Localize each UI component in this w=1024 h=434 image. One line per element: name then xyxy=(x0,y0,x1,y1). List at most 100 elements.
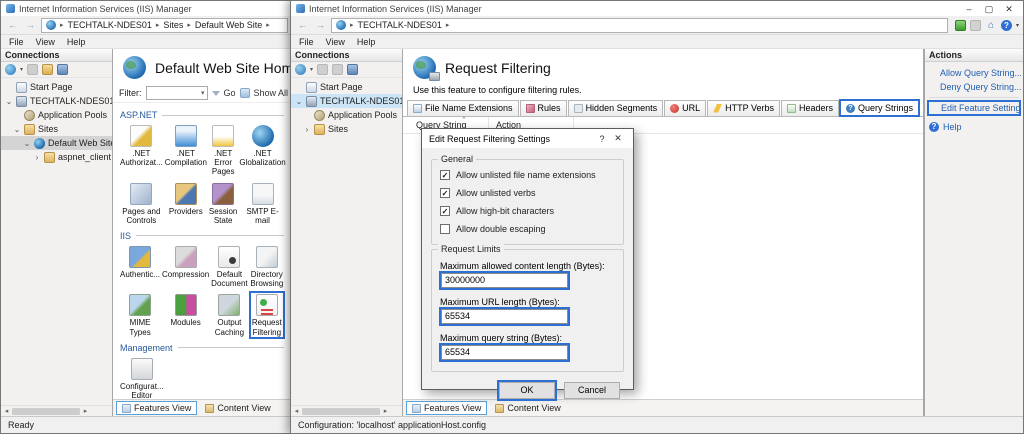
feature-directory-browsing[interactable]: Directory Browsing xyxy=(250,244,284,289)
action-help[interactable]: ? Help xyxy=(927,118,1021,132)
action-edit-feature-settings[interactable]: Edit Feature Settings... xyxy=(927,100,1021,116)
start-icon[interactable] xyxy=(954,19,966,31)
tab-url[interactable]: URL xyxy=(664,100,707,116)
tab-content-view[interactable]: Content View xyxy=(200,401,275,415)
tab-hidden-segments[interactable]: Hidden Segments xyxy=(567,100,664,116)
expander-icon[interactable]: ⌄ xyxy=(5,97,13,106)
dialog-close-button[interactable]: ✕ xyxy=(610,133,626,144)
expander-icon[interactable]: ⌄ xyxy=(13,125,21,134)
go-up-icon[interactable] xyxy=(42,64,54,75)
tab-http-verbs[interactable]: HTTP Verbs xyxy=(707,100,780,116)
tree-item-sites[interactable]: ⌄ Sites xyxy=(1,122,112,136)
feature-compression[interactable]: Compression xyxy=(162,244,209,289)
checkbox-allow-double-escaping[interactable]: Allow double escaping xyxy=(440,224,615,234)
feature-providers[interactable]: Providers xyxy=(165,181,207,226)
checkbox-icon[interactable] xyxy=(440,224,450,234)
ok-button[interactable]: OK xyxy=(497,380,557,401)
refresh-server-icon[interactable] xyxy=(347,64,359,75)
breadcrumb-sites[interactable]: Sites xyxy=(163,20,183,30)
tab-query-strings[interactable]: ? Query Strings xyxy=(839,99,921,117)
tree-item-application-pools[interactable]: Application Pools xyxy=(1,108,112,122)
feature-net-compilation[interactable]: .NET Compilation xyxy=(165,123,207,178)
back-button[interactable]: ← xyxy=(5,19,20,32)
expander-icon[interactable]: ⌄ xyxy=(295,97,303,106)
menu-file[interactable]: File xyxy=(299,37,314,47)
max-content-length-input[interactable]: 30000000 xyxy=(439,271,570,290)
feature-configuration-editor[interactable]: Configurat... Editor xyxy=(120,356,164,399)
checkbox-allow-unlisted-verbs[interactable]: ✓ Allow unlisted verbs xyxy=(440,188,615,198)
feature-mime-types[interactable]: MIME Types xyxy=(120,292,160,337)
connect-dropdown-icon[interactable]: ▾ xyxy=(20,66,23,73)
help-dropdown-icon[interactable]: ▾ xyxy=(1016,22,1019,29)
connect-icon[interactable] xyxy=(295,64,306,75)
feature-default-document[interactable]: Default Document xyxy=(211,244,248,289)
save-icon[interactable] xyxy=(27,64,39,75)
scroll-right-icon[interactable]: ▸ xyxy=(81,407,90,415)
back-button[interactable]: ← xyxy=(295,19,310,32)
scroll-right-icon[interactable]: ▸ xyxy=(381,407,390,415)
action-deny-query-string[interactable]: Deny Query String... xyxy=(927,80,1021,94)
show-all-button[interactable]: Show All xyxy=(254,88,289,98)
feature-net-error-pages[interactable]: .NET Error Pages xyxy=(209,123,237,178)
feature-session-state[interactable]: Session State xyxy=(209,181,237,226)
forward-button[interactable]: → xyxy=(23,19,38,32)
tree-item-sites[interactable]: › Sites xyxy=(291,122,402,136)
tree-item-start-page[interactable]: Start Page xyxy=(291,80,402,94)
maximize-button[interactable]: ▢ xyxy=(980,2,998,16)
breadcrumb[interactable]: ▸ TECHTALK-NDES01 ▸ Sites ▸ Default Web … xyxy=(41,17,288,33)
connections-hscrollbar[interactable]: ◂ ▸ xyxy=(291,405,402,416)
tree-item-default-web-site[interactable]: ⌄ Default Web Site xyxy=(1,136,112,150)
max-query-string-input[interactable]: 65534 xyxy=(439,343,570,362)
go-button[interactable]: Go xyxy=(224,88,236,98)
connect-dropdown-icon[interactable]: ▾ xyxy=(310,66,313,73)
expander-icon[interactable]: ⌄ xyxy=(23,139,31,148)
tree-item-server[interactable]: ⌄ TECHTALK-NDES01 (INT\mb xyxy=(1,94,112,108)
home-icon[interactable]: ⌂ xyxy=(985,20,997,31)
help-icon[interactable]: ? xyxy=(1000,19,1012,31)
feature-modules[interactable]: Modules xyxy=(162,292,209,337)
breadcrumb[interactable]: ▸ TECHTALK-NDES01 ▸ xyxy=(331,17,948,33)
menu-help[interactable]: Help xyxy=(357,37,376,47)
menu-file[interactable]: File xyxy=(9,37,24,47)
feature-request-filtering[interactable]: Request Filtering xyxy=(248,291,286,339)
scrollbar-thumb[interactable] xyxy=(302,407,380,415)
feature-pages-and-controls[interactable]: Pages and Controls xyxy=(120,181,163,226)
tree-item-aspnet-client[interactable]: › aspnet_client xyxy=(1,150,112,164)
menu-help[interactable]: Help xyxy=(67,37,86,47)
tab-headers[interactable]: Headers xyxy=(780,100,840,116)
right-titlebar[interactable]: Internet Information Services (IIS) Mana… xyxy=(291,1,1023,16)
connect-icon[interactable] xyxy=(5,64,16,75)
action-allow-query-string[interactable]: Allow Query String... xyxy=(927,66,1021,80)
breadcrumb-default-web-site[interactable]: Default Web Site xyxy=(195,20,262,30)
expander-icon[interactable]: › xyxy=(303,125,311,134)
cancel-button[interactable]: Cancel xyxy=(564,382,620,399)
feature-output-caching[interactable]: Output Caching xyxy=(211,292,247,337)
dropdown-icon[interactable]: ▾ xyxy=(201,89,205,97)
filter-input[interactable]: ▾ xyxy=(145,86,208,100)
tree-item-start-page[interactable]: Start Page xyxy=(1,80,112,94)
checkbox-icon[interactable]: ✓ xyxy=(440,206,450,216)
dialog-titlebar[interactable]: Edit Request Filtering Settings ? ✕ xyxy=(422,129,633,148)
feature-net-authorization[interactable]: .NET Authorizat... xyxy=(120,123,163,178)
refresh-server-icon[interactable] xyxy=(57,64,69,75)
connections-hscrollbar[interactable]: ◂ ▸ xyxy=(1,405,112,416)
feature-net-globalization[interactable]: .NET Globalization xyxy=(239,123,286,178)
feature-smtp-email[interactable]: SMTP E-mail xyxy=(239,181,285,226)
expander-icon[interactable]: › xyxy=(33,153,41,162)
feature-authentication[interactable]: Authentic... xyxy=(120,244,160,289)
scrollbar-thumb[interactable] xyxy=(12,407,80,415)
checkbox-allow-unlisted-file-name-extensions[interactable]: ✓ Allow unlisted file name extensions xyxy=(440,170,615,180)
tree-item-server[interactable]: ⌄ TECHTALK-NDES01 (INT\mb xyxy=(291,94,402,108)
forward-button[interactable]: → xyxy=(313,19,328,32)
left-titlebar[interactable]: Internet Information Services (IIS) Mana… xyxy=(1,1,292,16)
breadcrumb-server[interactable]: TECHTALK-NDES01 xyxy=(68,20,152,30)
scroll-left-icon[interactable]: ◂ xyxy=(292,407,301,415)
dialog-help-button[interactable]: ? xyxy=(594,134,610,144)
checkbox-icon[interactable]: ✓ xyxy=(440,170,450,180)
scroll-left-icon[interactable]: ◂ xyxy=(2,407,11,415)
tab-file-name-extensions[interactable]: File Name Extensions xyxy=(407,100,519,116)
menu-view[interactable]: View xyxy=(326,37,345,47)
close-button[interactable]: ✕ xyxy=(1000,2,1018,16)
menu-view[interactable]: View xyxy=(36,37,55,47)
tree-item-application-pools[interactable]: Application Pools xyxy=(291,108,402,122)
